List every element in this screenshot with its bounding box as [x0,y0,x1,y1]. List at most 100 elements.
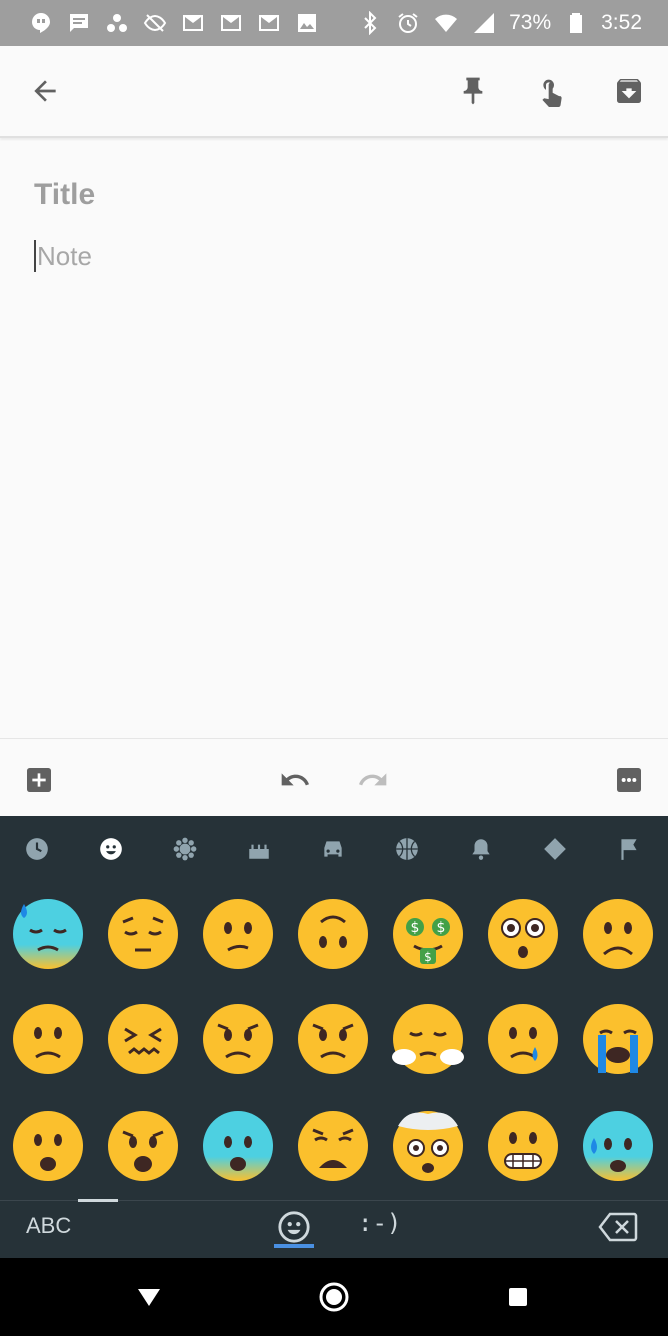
keyboard-bottom-row: ABC :-) [0,1199,668,1259]
recent-icon [26,838,48,860]
emoji-key[interactable] [200,1001,276,1077]
emoji-face-icon [203,1004,273,1074]
emoji-face-icon [13,899,83,969]
selected-tab-indicator [274,1244,314,1248]
nature-tab[interactable] [170,834,200,864]
clock: 3:52 [601,11,642,34]
editor-toolbar [0,738,668,817]
gmail-icon [218,10,244,36]
back-arrow-icon [34,80,56,102]
emoji-face-icon [108,1111,178,1181]
abc-key[interactable]: ABC [26,1213,71,1239]
emoji-key[interactable] [10,1108,86,1184]
emoji-key[interactable] [105,1001,181,1077]
battery-icon [563,10,589,36]
backspace-icon[interactable] [598,1211,638,1243]
dots-icon [104,10,130,36]
sports-icon [396,838,418,860]
emoji-key[interactable] [295,1001,371,1077]
emoji-category-bar [0,816,668,878]
archive-button[interactable] [606,68,652,114]
bluetooth-icon [357,10,383,36]
flags-tab[interactable] [614,834,644,864]
emoji-face-icon [393,1111,463,1181]
activities-tab[interactable] [392,834,422,864]
add-box-icon [27,768,51,792]
recents-square-icon [509,1288,527,1306]
emoji-key[interactable] [580,896,656,972]
emoji-key[interactable] [105,896,181,972]
undo-button[interactable] [278,763,312,797]
emoji-key[interactable] [200,1108,276,1184]
emoji-key[interactable] [10,896,86,972]
archive-icon [617,79,641,103]
travel-tab[interactable] [318,834,348,864]
emoji-key[interactable] [390,1001,466,1077]
emoji-key[interactable]: $ $ $ [390,896,466,972]
alarm-icon [395,10,421,36]
food-tab[interactable] [244,834,274,864]
emoji-face-icon [108,899,178,969]
smiley-icon [100,838,122,860]
bell-icon [472,839,490,860]
app-bar [0,46,668,138]
nature-icon [173,837,197,861]
hangouts-icon [28,10,54,36]
emoji-key[interactable] [580,1001,656,1077]
emoji-tab-key[interactable] [274,1207,314,1247]
navigation-bar [0,1258,668,1336]
emoji-face-icon [13,1111,83,1181]
system-icons: 73% 3:52 [357,10,668,36]
symbols-tab[interactable] [540,834,570,864]
emoji-key[interactable] [10,1001,86,1077]
objects-tab[interactable] [466,834,496,864]
reminder-button[interactable] [527,68,573,114]
emoji-face-icon [203,899,273,969]
emoji-key[interactable] [390,1108,466,1184]
emoji-keyboard: $ $ $ ABC :-) [0,816,668,1258]
emoji-key[interactable] [485,896,561,972]
pin-button[interactable] [450,68,496,114]
touch-reminder-icon [542,79,562,107]
notification-icons [0,10,320,36]
emoji-face-icon [583,1111,653,1181]
smileys-tab[interactable] [96,834,126,864]
home-circle-icon [319,1282,349,1312]
battery-percent: 73% [509,11,552,34]
gmail-icon [256,10,282,36]
note-input[interactable]: Note [34,240,92,272]
emoji-face-icon [392,1004,464,1074]
more-options-icon [617,768,641,792]
emoji-face-icon [298,1004,368,1074]
emoji-key[interactable] [295,896,371,972]
emoji-key[interactable] [200,896,276,972]
redo-button[interactable] [356,763,390,797]
back-nav-button[interactable] [132,1280,166,1314]
emoji-face-icon [583,1004,653,1074]
emoji-face-icon [203,1111,273,1181]
emoji-key[interactable] [485,1001,561,1077]
home-button[interactable] [317,1280,351,1314]
svg-text:$: $ [424,950,432,964]
svg-text:$: $ [437,920,446,936]
signal-icon [471,10,497,36]
svg-text:$: $ [411,920,420,936]
back-triangle-icon [138,1289,160,1306]
emoticon-key[interactable]: :-) [358,1209,401,1237]
pin-icon [463,77,483,105]
emoji-key[interactable] [580,1108,656,1184]
add-button[interactable] [22,763,56,797]
recent-tab[interactable] [22,834,52,864]
emoji-key[interactable] [105,1108,181,1184]
emoji-face-icon [488,1111,558,1181]
back-button[interactable] [22,68,68,114]
recents-button[interactable] [501,1280,535,1314]
gmail-icon [180,10,206,36]
emoji-key[interactable] [295,1108,371,1184]
title-input[interactable]: Title [34,178,95,212]
undo-icon [281,773,309,786]
smiley-icon [278,1211,310,1243]
emoji-face-icon [13,1004,83,1074]
emoji-key[interactable] [485,1108,561,1184]
more-options-button[interactable] [612,763,646,797]
